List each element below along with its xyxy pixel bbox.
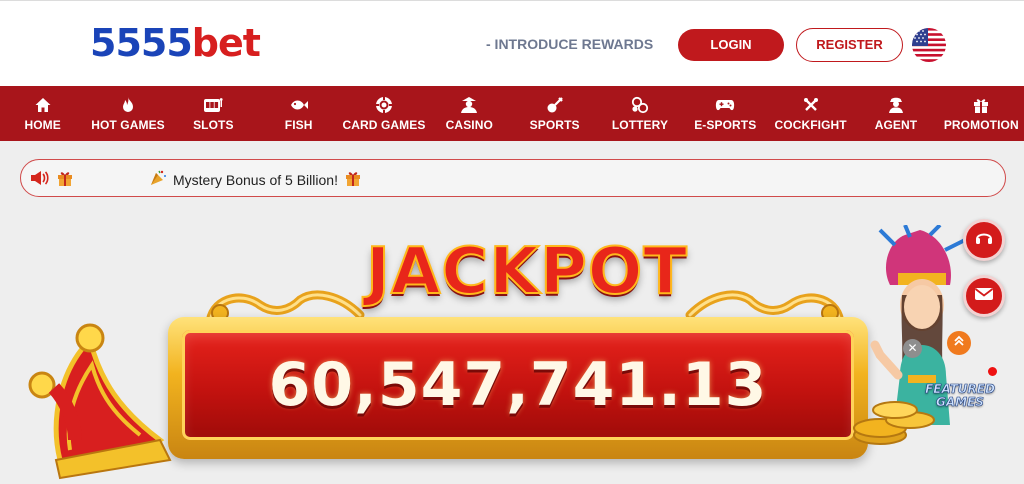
gift-icon <box>344 169 362 190</box>
fish-icon <box>289 95 309 115</box>
logo-number: 5555 <box>90 21 193 65</box>
envelope-icon <box>974 286 994 307</box>
register-button[interactable]: REGISTER <box>796 28 903 62</box>
notification-dot <box>988 367 997 376</box>
jackpot-banner: 60,547,741.13 JACKPOT <box>0 205 1024 484</box>
nav-label: HOT GAMES <box>91 118 165 132</box>
close-featured-button[interactable]: ✕ <box>903 339 922 358</box>
nav-label: E-SPORTS <box>694 118 757 132</box>
us-flag-icon[interactable] <box>912 28 946 62</box>
nav-item-fish[interactable]: FISH <box>256 86 341 141</box>
nav-label: COCKFIGHT <box>774 118 847 132</box>
nav-label: SPORTS <box>529 118 580 132</box>
introduce-rewards-link[interactable]: - INTRODUCE REWARDS <box>486 36 653 52</box>
gift-icon <box>971 95 991 115</box>
featured-games-button[interactable]: FEATURED GAMES <box>925 382 995 409</box>
main-nav: HOME HOT GAMES SLOTS FISH CARD GAMES CAS… <box>0 86 1024 141</box>
nav-label: CASINO <box>445 118 493 132</box>
nav-item-cockfight[interactable]: COCKFIGHT <box>768 86 853 141</box>
agent-icon <box>886 95 906 115</box>
live-support-button[interactable] <box>963 219 1005 261</box>
party-popper-icon <box>149 169 167 190</box>
jackpot-value: 60,547,741.13 <box>268 350 768 420</box>
nav-item-hot-games[interactable]: HOT GAMES <box>85 86 170 141</box>
nav-label: PROMOTION <box>943 118 1019 132</box>
flame-icon <box>118 95 138 115</box>
nav-label: SLOTS <box>193 118 234 132</box>
nav-item-e-sports[interactable]: E-SPORTS <box>683 86 768 141</box>
dealer-icon <box>459 95 479 115</box>
rooster-icon <box>801 95 821 115</box>
featured-line-2: GAMES <box>936 395 985 409</box>
double-chevron-up-icon <box>953 334 965 352</box>
speaker-icon <box>30 169 50 192</box>
headset-icon <box>974 228 994 253</box>
nav-label: CARD GAMES <box>342 118 426 132</box>
nav-item-promotion[interactable]: PROMOTION <box>939 86 1024 141</box>
nav-item-agent[interactable]: AGENT <box>853 86 938 141</box>
login-button[interactable]: LOGIN <box>678 29 784 61</box>
lottery-balls-icon <box>630 95 650 115</box>
poker-chip-icon <box>374 95 394 115</box>
message-button[interactable] <box>963 275 1005 317</box>
nav-item-card-games[interactable]: CARD GAMES <box>341 86 426 141</box>
gift-icon <box>56 169 74 192</box>
announcement-bar: Mystery Bonus of 5 Billion! <box>20 159 1006 197</box>
logo-text: bet <box>191 21 261 65</box>
nav-label: AGENT <box>874 118 918 132</box>
slot-machine-icon <box>203 95 223 115</box>
nav-item-slots[interactable]: SLOTS <box>171 86 256 141</box>
announcement-message: Mystery Bonus of 5 Billion! <box>149 169 362 190</box>
nav-item-casino[interactable]: CASINO <box>427 86 512 141</box>
site-logo[interactable]: 5555bet <box>90 21 261 65</box>
scroll-to-top-button[interactable] <box>947 331 971 355</box>
home-icon <box>33 95 53 115</box>
nav-label: LOTTERY <box>611 118 669 132</box>
nav-label: FISH <box>284 118 313 132</box>
nav-item-home[interactable]: HOME <box>0 86 85 141</box>
sports-icon <box>545 95 565 115</box>
nav-item-lottery[interactable]: LOTTERY <box>597 86 682 141</box>
jackpot-title: JACKPOT <box>365 234 688 310</box>
nav-item-sports[interactable]: SPORTS <box>512 86 597 141</box>
site-header: 5555bet - INTRODUCE REWARDS LOGIN REGIST… <box>0 0 1024 86</box>
gamepad-icon <box>715 95 735 115</box>
announcement-text: Mystery Bonus of 5 Billion! <box>173 171 338 188</box>
nav-label: HOME <box>24 118 61 132</box>
jester-hat-icon <box>28 323 172 480</box>
